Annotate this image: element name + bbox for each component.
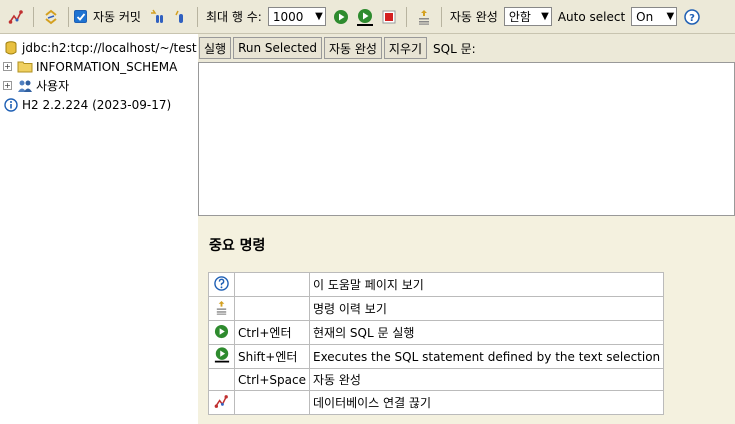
description-cell: 현재의 SQL 문 실행 — [308, 320, 665, 345]
autocomplete-button[interactable]: 자동 완성 — [323, 37, 382, 59]
toolbar-separator — [405, 6, 407, 27]
help-glyph: ? — [689, 13, 695, 24]
toolbar-separator — [440, 6, 442, 27]
description-cell: Executes the SQL statement defined by th… — [308, 344, 665, 369]
toolbar-separator — [33, 6, 34, 27]
max-rows-select[interactable]: 1000 ▼ — [267, 7, 326, 26]
run-selected-icon — [214, 347, 230, 363]
clear-button[interactable]: 지우기 — [383, 37, 428, 59]
table-row: 이 도움말 페이지 보기 — [208, 272, 665, 297]
users-icon — [17, 78, 33, 94]
info-icon — [3, 97, 19, 113]
commands-table: 이 도움말 페이지 보기 명령 이력 보기 Ctrl+엔터 현재의 SQL 문 … — [208, 272, 665, 415]
expand-icon[interactable]: + — [3, 62, 12, 71]
help-icon — [214, 275, 230, 291]
disconnect-icon — [214, 393, 230, 409]
tree-item-label: H2 2.2.224 (2023-09-17) — [22, 97, 172, 112]
toolbar: 자동 커밋 최대 행 수: 1000 ▼ 자동 완성 안함 ▼ Auto sel… — [0, 0, 735, 34]
run-icon — [214, 323, 230, 339]
shortcut-cell — [234, 390, 310, 415]
chevron-down-icon: ▼ — [541, 11, 549, 22]
object-tree: jdbc:h2:tcp://localhost/~/test + INFORMA… — [0, 34, 198, 424]
max-rows-value: 1000 — [272, 9, 304, 24]
commit-icon[interactable] — [170, 7, 190, 27]
tree-item-label: INFORMATION_SCHEMA — [36, 59, 178, 74]
tree-item-version: H2 2.2.224 (2023-09-17) — [0, 95, 198, 114]
tree-item-information-schema[interactable]: + INFORMATION_SCHEMA — [0, 57, 198, 76]
description-cell: 이 도움말 페이지 보기 — [308, 272, 665, 297]
shortcut-cell — [234, 272, 310, 297]
table-row: 데이터베이스 연결 끊기 — [208, 390, 665, 415]
autocomplete-label: 자동 완성 — [449, 10, 498, 24]
shortcut-cell: Ctrl+Space — [234, 368, 310, 391]
autocommit-checkbox[interactable] — [74, 10, 87, 23]
disconnect-icon[interactable] — [6, 7, 26, 27]
history-icon — [214, 299, 230, 315]
shortcut-cell — [234, 296, 310, 321]
table-row: Shift+엔터 Executes the SQL statement defi… — [208, 344, 665, 369]
tree-item-label: 사용자 — [36, 79, 70, 93]
database-icon — [3, 40, 19, 56]
toolbar-separator — [196, 6, 198, 27]
rollback-icon[interactable] — [146, 7, 166, 27]
description-cell: 자동 완성 — [308, 368, 665, 391]
autocomplete-select[interactable]: 안함 ▼ — [503, 7, 552, 26]
table-row: Ctrl+엔터 현재의 SQL 문 실행 — [208, 320, 665, 345]
chevron-down-icon: ▼ — [315, 11, 323, 22]
run-button[interactable]: 실행 — [199, 37, 232, 59]
query-toolbar: 실행 Run Selected 자동 완성 지우기 SQL 문: — [198, 34, 735, 62]
sql-editor[interactable] — [198, 62, 735, 216]
autoselect-value: On — [636, 9, 654, 24]
expand-icon[interactable]: + — [3, 81, 12, 90]
description-cell: 데이터베이스 연결 끊기 — [308, 390, 665, 415]
tree-item-users[interactable]: + 사용자 — [0, 76, 198, 95]
table-row: 명령 이력 보기 — [208, 296, 665, 321]
history-icon[interactable] — [414, 7, 434, 27]
autocomplete-value: 안함 — [508, 10, 531, 24]
run-selected-button[interactable]: Run Selected — [233, 37, 322, 59]
shortcut-cell: Shift+엔터 — [234, 344, 310, 369]
stop-icon[interactable] — [379, 7, 399, 27]
toolbar-separator — [68, 6, 69, 27]
help-icon[interactable]: ? — [682, 7, 702, 27]
tree-item-connection[interactable]: jdbc:h2:tcp://localhost/~/test — [0, 38, 198, 57]
tree-item-label: jdbc:h2:tcp://localhost/~/test — [22, 40, 197, 55]
sql-statement-label: SQL 문: — [433, 41, 476, 56]
autocommit-label: 자동 커밋 — [93, 10, 141, 24]
description-cell: 명령 이력 보기 — [308, 296, 665, 321]
max-rows-label: 최대 행 수: — [205, 10, 262, 24]
shortcut-cell: Ctrl+엔터 — [234, 320, 310, 345]
run-icon[interactable] — [331, 7, 351, 27]
help-title: 중요 명령 — [209, 238, 266, 254]
autoselect-label: Auto select — [557, 9, 626, 24]
chevron-down-icon: ▼ — [666, 11, 675, 22]
folder-icon — [17, 59, 33, 75]
refresh-icon[interactable] — [41, 7, 61, 27]
run-selected-icon[interactable] — [355, 7, 375, 27]
table-row: Ctrl+Space 자동 완성 — [208, 368, 665, 391]
autoselect-select[interactable]: On ▼ — [631, 7, 678, 26]
help-panel: 중요 명령 이 도움말 페이지 보기 명령 이력 보기 Ctrl+엔터 현재의 … — [198, 216, 735, 424]
